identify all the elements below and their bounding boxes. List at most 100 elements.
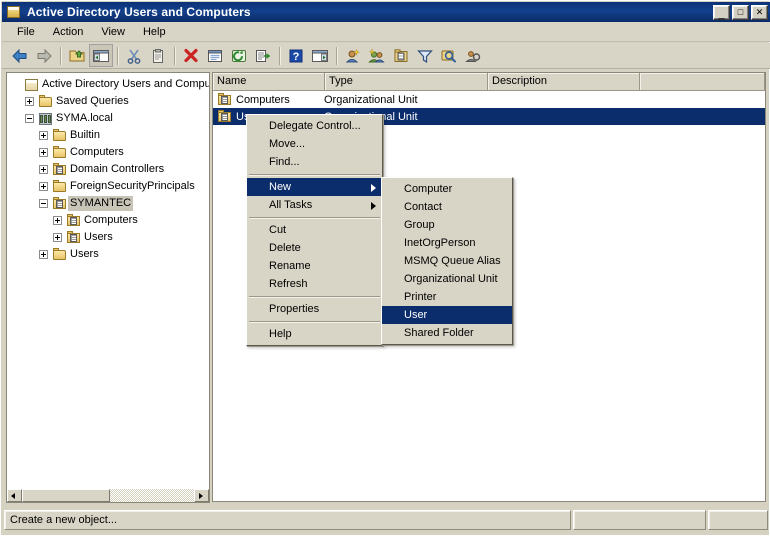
minimize-button[interactable]: _ [713,4,730,20]
new-group-icon[interactable] [365,44,389,67]
submenu-group[interactable]: Group [382,216,512,234]
ctx-delete[interactable]: Delete [247,239,382,257]
submenu-contact[interactable]: Contact [382,198,512,216]
menu-file[interactable]: File [8,24,44,40]
delete-icon[interactable] [179,44,203,67]
menu-action[interactable]: Action [44,24,93,40]
collapse-icon[interactable] [39,199,48,208]
ctx-all-tasks[interactable]: All Tasks [247,196,382,214]
saved-query-icon[interactable] [461,44,485,67]
tree-node-saved-queries[interactable]: Saved Queries [11,93,209,110]
ctx-new[interactable]: New [247,178,382,196]
console-window-icon [6,5,22,19]
cut-icon[interactable] [122,44,146,67]
scroll-right-arrow-icon[interactable] [194,488,209,502]
show-hide-tree-icon[interactable] [89,44,113,67]
filter-icon[interactable] [413,44,437,67]
submenu-computer[interactable]: Computer [382,180,512,198]
column-header-description[interactable]: Description [488,73,640,90]
ctx-help[interactable]: Help [247,325,382,343]
new-submenu[interactable]: Computer Contact Group InetOrgPerson MSMQ Qu… [381,177,513,345]
table-row[interactable]: Computers Organizational Unit [213,91,765,108]
forward-icon[interactable] [32,44,56,67]
scrollbar-track[interactable] [22,488,194,502]
menu-item-label: Computer [404,183,453,195]
folder-icon [52,179,68,194]
column-header-type[interactable]: Type [325,73,488,90]
find-icon[interactable] [437,44,461,67]
close-button[interactable]: ✕ [751,4,768,20]
status-message: Create a new object... [4,510,571,530]
new-ou-icon[interactable] [389,44,413,67]
expand-icon[interactable] [53,233,62,242]
submenu-msmq-queue-alias[interactable]: MSMQ Queue Alias [382,252,512,270]
help-icon[interactable]: ? [284,44,308,67]
ctx-rename[interactable]: Rename [247,257,382,275]
ctx-delegate-control[interactable]: Delegate Control... [247,117,382,135]
tree-node-label: Active Directory Users and Comput [42,78,210,90]
copy-icon[interactable] [146,44,170,67]
refresh-icon[interactable] [227,44,251,67]
up-one-level-icon[interactable] [65,44,89,67]
ou-icon [66,213,82,228]
tree-node-label: Computers [70,146,124,158]
ctx-find[interactable]: Find... [247,153,382,171]
menu-item-label: Delegate Control... [269,120,361,132]
tree-node-root[interactable]: Active Directory Users and Comput [11,76,209,93]
tree-node-builtin[interactable]: Builtin [11,127,209,144]
new-user-icon[interactable] [341,44,365,67]
ctx-move[interactable]: Move... [247,135,382,153]
menu-item-label: Printer [404,291,437,303]
tree-node-foreign-security-principals[interactable]: ForeignSecurityPrincipals [11,178,209,195]
tree-node-symantec-computers[interactable]: Computers [11,212,209,229]
expand-icon[interactable] [39,182,48,191]
tree-node-symantec-users[interactable]: Users [11,229,209,246]
submenu-organizational-unit[interactable]: Organizational Unit [382,270,512,288]
submenu-shared-folder[interactable]: Shared Folder [382,324,512,342]
context-menu[interactable]: Delegate Control... Move... Find... New All … [246,114,383,346]
expand-icon[interactable] [39,165,48,174]
ctx-properties[interactable]: Properties [247,300,382,318]
menu-item-label: User [404,309,428,321]
expand-icon[interactable] [25,97,34,106]
scrollbar-thumb[interactable] [22,488,110,502]
tree-horizontal-scrollbar[interactable] [6,488,210,503]
menu-view[interactable]: View [92,24,134,40]
menu-item-label: Contact [404,201,442,213]
properties-icon[interactable] [203,44,227,67]
expand-icon[interactable] [53,216,62,225]
scroll-left-arrow-icon[interactable] [7,488,22,502]
window-controls: _ □ ✕ [713,4,768,20]
ctx-cut[interactable]: Cut [247,221,382,239]
export-list-icon[interactable] [251,44,275,67]
menu-item-label: Group [404,219,435,231]
submenu-inetorgperson[interactable]: InetOrgPerson [382,234,512,252]
folder-icon [38,94,54,109]
toolbar-separator-1 [60,46,61,65]
collapse-icon[interactable] [25,114,34,123]
expand-icon[interactable] [39,250,48,259]
ou-icon [217,109,233,124]
maximize-button[interactable]: □ [732,4,749,20]
column-header-name[interactable]: Name [213,73,325,90]
expand-icon[interactable] [39,148,48,157]
toolbar-separator-5 [336,46,337,65]
ctx-refresh[interactable]: Refresh [247,275,382,293]
submenu-printer[interactable]: Printer [382,288,512,306]
console-tree-pane[interactable]: Active Directory Users and Comput Saved Q… [6,72,210,502]
tree-node-symantec[interactable]: SYMANTEC [11,195,209,212]
maximize-icon: □ [737,6,744,17]
column-header-filler [640,73,765,90]
menu-separator [249,217,380,218]
tree-node-domain-controllers[interactable]: Domain Controllers [11,161,209,178]
back-icon[interactable] [8,44,32,67]
menu-item-label: New [269,181,292,193]
tree-node-syma-local[interactable]: SYMA.local [11,110,209,127]
show-action-pane-icon[interactable] [308,44,332,67]
menu-item-label: MSMQ Queue Alias [404,255,501,267]
submenu-user[interactable]: User [382,306,512,324]
menu-help[interactable]: Help [134,24,175,40]
tree-node-computers[interactable]: Computers [11,144,209,161]
expand-icon[interactable] [39,131,48,140]
tree-node-users[interactable]: Users [11,246,209,263]
